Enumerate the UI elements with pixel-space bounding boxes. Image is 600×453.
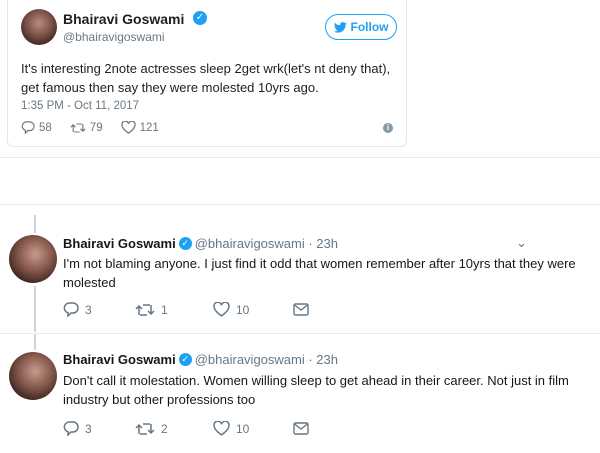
reply-action[interactable]: 3 [63, 421, 135, 436]
reply-header: Bhairavi Goswami ✓ @bhairavigoswami · 23… [63, 236, 338, 251]
author-avatar[interactable] [21, 9, 57, 45]
reply-handle-time[interactable]: @bhairavigoswami · 23h [195, 236, 338, 251]
reply-icon [21, 121, 35, 134]
direct-message-action[interactable] [293, 422, 309, 435]
retweet-icon [135, 422, 155, 436]
like-count: 10 [236, 302, 250, 317]
retweet-count: 2 [161, 421, 168, 436]
verified-badge-icon: ✓ [193, 11, 207, 25]
reply-handle-time[interactable]: @bhairavigoswami · 23h [195, 352, 338, 367]
reply-avatar[interactable] [9, 352, 57, 400]
like-action[interactable]: 121 [120, 121, 159, 134]
like-action[interactable]: 10 [213, 302, 293, 317]
retweet-icon [70, 122, 86, 134]
thread-line [34, 286, 36, 332]
follow-label: Follow [350, 20, 389, 34]
tweet-text: It's interesting 2note actresses sleep 2… [21, 61, 391, 95]
retweet-count: 79 [89, 121, 103, 134]
reply-avatar[interactable] [9, 235, 57, 283]
reply-count: 3 [85, 302, 92, 317]
reply-author-name[interactable]: Bhairavi Goswami [63, 352, 176, 367]
section-divider [0, 157, 600, 205]
reply-action[interactable]: 3 [63, 302, 135, 317]
envelope-icon [293, 303, 309, 316]
reply-icon [63, 302, 79, 317]
tweet-separator [0, 333, 600, 334]
retweet-icon [135, 303, 155, 317]
heart-icon [120, 121, 136, 134]
chevron-down-icon[interactable]: ⌄ [516, 235, 527, 251]
thread-line [34, 334, 36, 350]
like-action[interactable]: 10 [213, 421, 293, 436]
verified-badge-icon: ✓ [178, 237, 192, 250]
reply-actions: 3 1 10 [63, 302, 309, 317]
info-icon[interactable]: i [383, 123, 393, 133]
heart-icon [213, 421, 230, 436]
author-name[interactable]: Bhairavi Goswami [63, 11, 184, 27]
follow-button[interactable]: Follow [325, 14, 397, 40]
reply-author-name[interactable]: Bhairavi Goswami [63, 236, 176, 251]
reply-text: I'm not blaming anyone. I just find it o… [63, 256, 576, 290]
reply-text: Don't call it molestation. Women willing… [63, 373, 569, 407]
verified-badge-icon: ✓ [178, 353, 192, 366]
retweet-count: 1 [161, 302, 168, 317]
like-count: 121 [139, 121, 159, 134]
direct-message-action[interactable] [293, 303, 309, 316]
embedded-tweet-card: Bhairavi Goswami ✓ @bhairavigoswami Foll… [7, 0, 407, 147]
envelope-icon [293, 422, 309, 435]
reply-count: 58 [39, 121, 52, 134]
twitter-bird-icon [333, 21, 347, 33]
reply-icon [63, 421, 79, 436]
like-count: 10 [236, 421, 250, 436]
tweet-timestamp[interactable]: 1:35 PM - Oct 11, 2017 [21, 100, 139, 112]
reply-action[interactable]: 58 [21, 121, 52, 134]
tweet-actions: 58 79 121 [21, 121, 159, 134]
reply-header: Bhairavi Goswami ✓ @bhairavigoswami · 23… [63, 352, 338, 367]
reply-actions: 3 2 10 [63, 421, 309, 436]
heart-icon [213, 302, 230, 317]
retweet-action[interactable]: 1 [135, 303, 213, 317]
thread-line [34, 215, 36, 233]
retweet-action[interactable]: 2 [135, 422, 213, 436]
retweet-action[interactable]: 79 [70, 121, 103, 134]
reply-count: 3 [85, 421, 92, 436]
author-handle[interactable]: @bhairavigoswami [63, 30, 165, 44]
